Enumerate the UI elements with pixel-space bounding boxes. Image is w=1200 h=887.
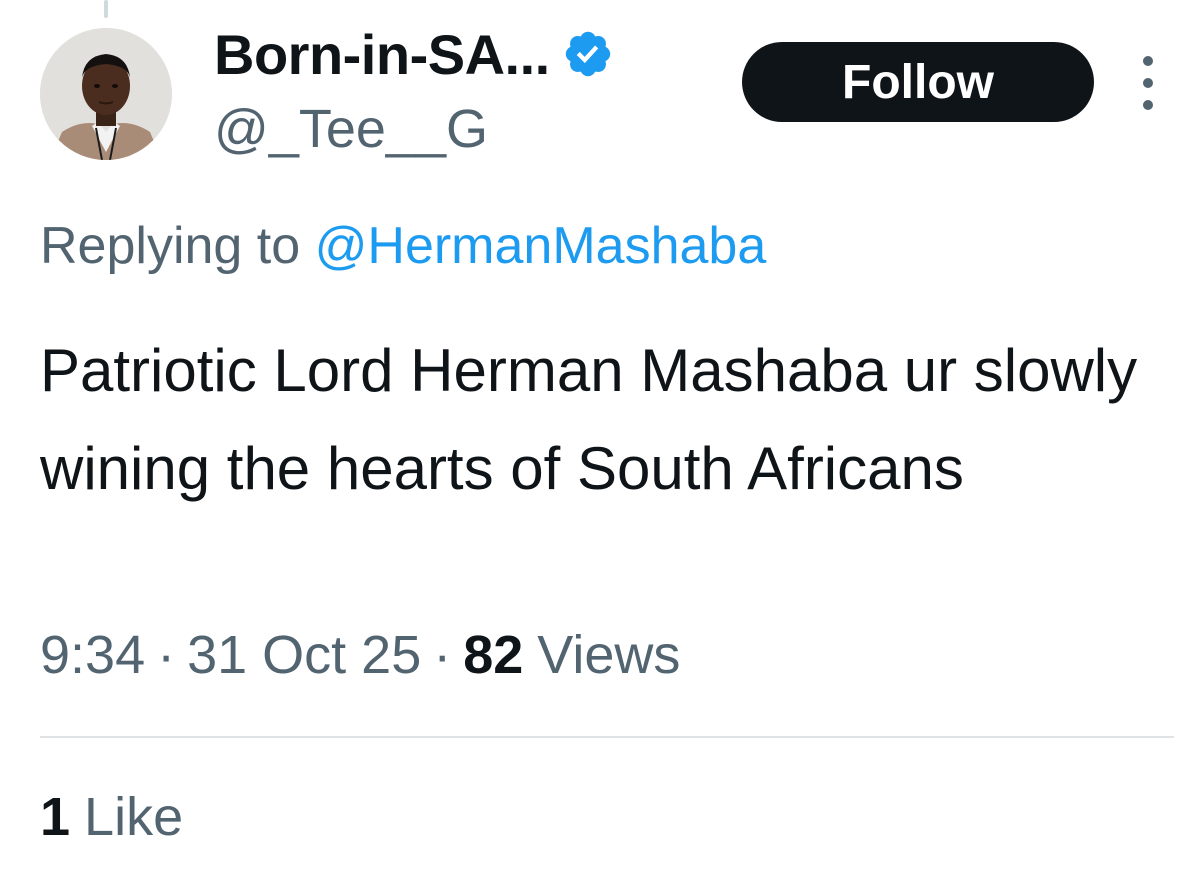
meta-separator: ·: [157, 625, 176, 685]
tweet-detail: Born-in-SA... @_Tee__G Follow Replying t…: [0, 0, 1200, 887]
tweet-text: Patriotic Lord Herman Mashaba ur slowly …: [40, 337, 1138, 502]
divider: [40, 736, 1174, 738]
tweet-time[interactable]: 9:34: [40, 624, 145, 686]
tweet-meta: 9:34 · 31 Oct 25 · 82 Views: [40, 624, 680, 686]
meta-separator: ·: [433, 625, 452, 685]
views-count: 82: [463, 625, 524, 685]
tweet-date[interactable]: 31 Oct 25: [187, 624, 421, 686]
more-vertical-icon-dot: [1143, 100, 1153, 110]
author-name-row: Born-in-SA...: [214, 22, 614, 86]
likes-label: Like: [84, 787, 184, 847]
author-handle[interactable]: @_Tee__G: [214, 98, 488, 160]
avatar[interactable]: [40, 28, 172, 160]
more-options-button[interactable]: [1132, 56, 1164, 110]
likes-count: 1: [40, 787, 71, 847]
replying-to-label: Replying to: [40, 217, 301, 275]
reply-mention-link[interactable]: @HermanMashaba: [315, 217, 767, 275]
likes-link[interactable]: 1 Like: [40, 786, 183, 848]
follow-button[interactable]: Follow: [742, 42, 1094, 122]
thread-connector-line: [104, 0, 108, 18]
views-label: Views: [537, 625, 681, 685]
more-vertical-icon-dot: [1143, 78, 1153, 88]
avatar-photo: [40, 28, 172, 160]
author-display-name[interactable]: Born-in-SA...: [214, 22, 550, 87]
verified-badge-icon[interactable]: [562, 28, 614, 80]
more-vertical-icon: [1143, 56, 1153, 66]
replying-to: Replying to @HermanMashaba: [40, 216, 766, 276]
